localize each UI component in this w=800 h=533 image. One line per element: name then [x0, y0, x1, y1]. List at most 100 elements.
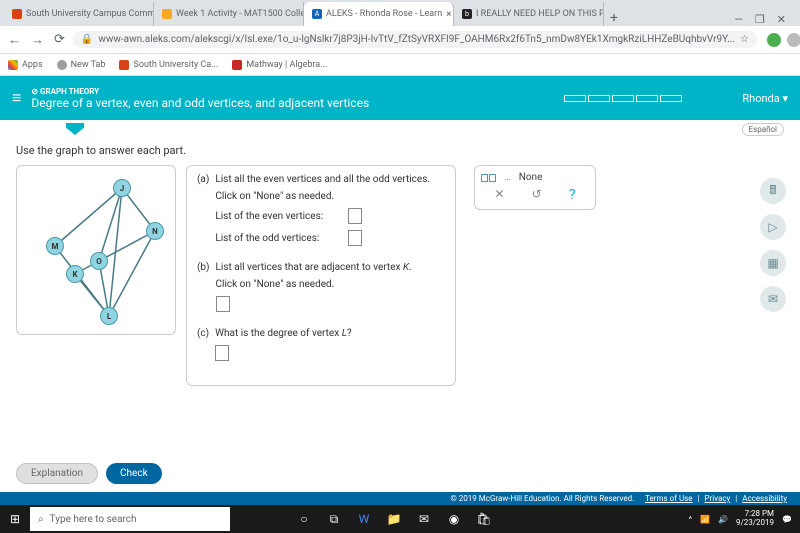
tab-title: ALEKS - Rhonda Rose - Learn	[326, 9, 442, 19]
forward-button[interactable]: →	[29, 32, 46, 48]
url-bar[interactable]: 🔒 www-awn.aleks.com/alekscgi/x/Isl.exe/1…	[73, 31, 757, 48]
bookmarks-bar: Apps New Tab South University Ca... Math…	[0, 54, 800, 76]
language-toggle[interactable]: Español	[742, 123, 784, 136]
bookmark-label: South University Ca...	[133, 60, 218, 70]
none-button[interactable]: None	[519, 172, 543, 183]
vertex-k[interactable]: K	[66, 265, 84, 283]
hamburger-icon[interactable]: ≡	[12, 88, 21, 108]
footer-link-privacy[interactable]: Privacy	[704, 494, 730, 503]
word-icon[interactable]: W	[350, 505, 378, 533]
question-a: (a) List all the even vertices and all t…	[197, 174, 445, 252]
part-label: (a)	[197, 174, 209, 252]
ebook-icon[interactable]: ▦	[760, 250, 786, 276]
reload-button[interactable]: ⟳	[52, 32, 67, 47]
header-text: ⊘ GRAPH THEORY Degree of a vertex, even …	[31, 87, 564, 110]
topic-title: Degree of a vertex, even and odd vertice…	[31, 96, 564, 110]
explorer-icon[interactable]: 📁	[380, 505, 408, 533]
url-text: www-awn.aleks.com/alekscgi/x/Isl.exe/1o_…	[98, 34, 735, 45]
windows-taskbar: ⊞ ⌕ Type here to search ○ ⧉ W 📁 ✉ ◉ 🛍 ^ …	[0, 505, 800, 533]
store-icon[interactable]: 🛍	[470, 505, 498, 533]
odd-vertices-input[interactable]	[348, 230, 362, 246]
mail-icon[interactable]: ✉	[410, 505, 438, 533]
bookmark-apps[interactable]: Apps	[8, 60, 43, 70]
browser-tab-bar: South University Campus Comm × Week 1 Ac…	[0, 0, 800, 26]
degree-input[interactable]	[215, 345, 229, 361]
category-label: GRAPH THEORY	[40, 87, 99, 96]
progress-box	[660, 95, 682, 102]
browser-tab[interactable]: South University Campus Comm ×	[4, 2, 154, 26]
new-tab-button[interactable]: +	[604, 10, 624, 26]
extension-icon[interactable]	[787, 33, 800, 47]
bookmark-item[interactable]: South University Ca...	[119, 60, 218, 70]
undo-button[interactable]: ↺	[532, 187, 542, 203]
graph-edges	[17, 166, 175, 334]
minimize-icon[interactable]: —	[734, 13, 743, 26]
tray-expand-icon[interactable]: ^	[689, 515, 692, 524]
video-icon[interactable]: ▷	[760, 214, 786, 240]
progress-box	[564, 95, 586, 102]
question-hint: Click on "None" as needed.	[216, 279, 445, 290]
taskbar-apps: ○ ⧉ W 📁 ✉ ◉ 🛍	[290, 505, 498, 533]
progress-indicator	[564, 95, 682, 102]
footer-link-accessibility[interactable]: Accessibility	[742, 494, 787, 503]
browser-tab[interactable]: Week 1 Activity - MAT1500 Colle ×	[154, 2, 304, 26]
star-icon[interactable]: ☆	[740, 34, 749, 45]
taskview-icon[interactable]: ⧉	[320, 505, 348, 533]
side-tools: 🖩 ▷ ▦ ✉	[760, 178, 786, 312]
vertex-o[interactable]: O	[90, 252, 108, 270]
category-icon: ⊘	[31, 87, 38, 96]
graph-panel: J N M O K L	[16, 165, 176, 335]
cortana-icon[interactable]: ○	[290, 505, 318, 533]
taskbar-search[interactable]: ⌕ Type here to search	[30, 507, 230, 531]
favicon: b	[462, 9, 472, 19]
bookmark-item[interactable]: Mathway | Algebra...	[232, 60, 327, 70]
wifi-icon[interactable]: 📶	[700, 515, 710, 524]
vertex-l[interactable]: L	[100, 307, 118, 325]
footer-link-terms[interactable]: Terms of Use	[645, 494, 692, 503]
browser-tab[interactable]: b I REALLY NEED HELP ON THIS PL ×	[454, 2, 604, 26]
calculator-icon[interactable]: 🖩	[760, 178, 786, 204]
browser-tab-active[interactable]: A ALEKS - Rhonda Rose - Learn ×	[304, 2, 454, 26]
work-area: J N M O K L (a) List all the even vertic…	[16, 165, 784, 386]
help-button[interactable]: ?	[569, 187, 576, 203]
tab-title: South University Campus Comm	[26, 9, 154, 19]
main-content: Use the graph to answer each part. J N M…	[0, 138, 800, 505]
favicon	[119, 60, 129, 70]
explanation-button[interactable]: Explanation	[16, 463, 98, 484]
clear-button[interactable]: ✕	[495, 187, 505, 203]
bookmark-label: Mathway | Algebra...	[246, 60, 327, 70]
dropdown-arrow[interactable]	[66, 123, 84, 135]
bookmark-label: Apps	[22, 60, 43, 70]
even-vertices-input[interactable]	[348, 208, 362, 224]
vertex-m[interactable]: M	[46, 237, 64, 255]
user-name: Rhonda	[742, 92, 779, 105]
user-menu[interactable]: Rhonda ▾	[742, 92, 788, 105]
volume-icon[interactable]: 🔊	[718, 515, 728, 524]
bookmark-item[interactable]: New Tab	[57, 60, 106, 70]
chrome-icon[interactable]: ◉	[440, 505, 468, 533]
back-button[interactable]: ←	[6, 32, 23, 48]
bottom-bar: Explanation Check © 2019 McGraw-Hill Edu…	[0, 455, 800, 505]
extension-icon[interactable]	[767, 33, 781, 47]
maximize-icon[interactable]: ❐	[755, 13, 765, 26]
vertex-j[interactable]: J	[113, 179, 131, 197]
question-b: (b) List all vertices that are adjacent …	[197, 262, 445, 318]
clock[interactable]: 7:28 PM 9/23/2019	[736, 510, 774, 528]
progress-box	[636, 95, 658, 102]
vertex-n[interactable]: N	[146, 222, 164, 240]
even-label: List of the even vertices:	[215, 211, 345, 222]
check-button[interactable]: Check	[106, 463, 162, 484]
start-button[interactable]: ⊞	[0, 512, 30, 526]
close-window-icon[interactable]: ✕	[777, 13, 786, 26]
message-icon[interactable]: ✉	[760, 286, 786, 312]
part-label: (b)	[197, 262, 210, 318]
lock-icon: 🔒	[81, 34, 93, 45]
action-buttons: Explanation Check	[0, 455, 800, 492]
notifications-icon[interactable]: 💬	[782, 515, 792, 524]
progress-box	[588, 95, 610, 102]
adjacent-input[interactable]	[216, 296, 230, 312]
close-icon[interactable]: ×	[446, 9, 451, 20]
odd-label: List of the odd vertices:	[215, 233, 345, 244]
list-icon[interactable]	[481, 174, 496, 182]
extension-icons: M ⋮	[763, 30, 800, 49]
